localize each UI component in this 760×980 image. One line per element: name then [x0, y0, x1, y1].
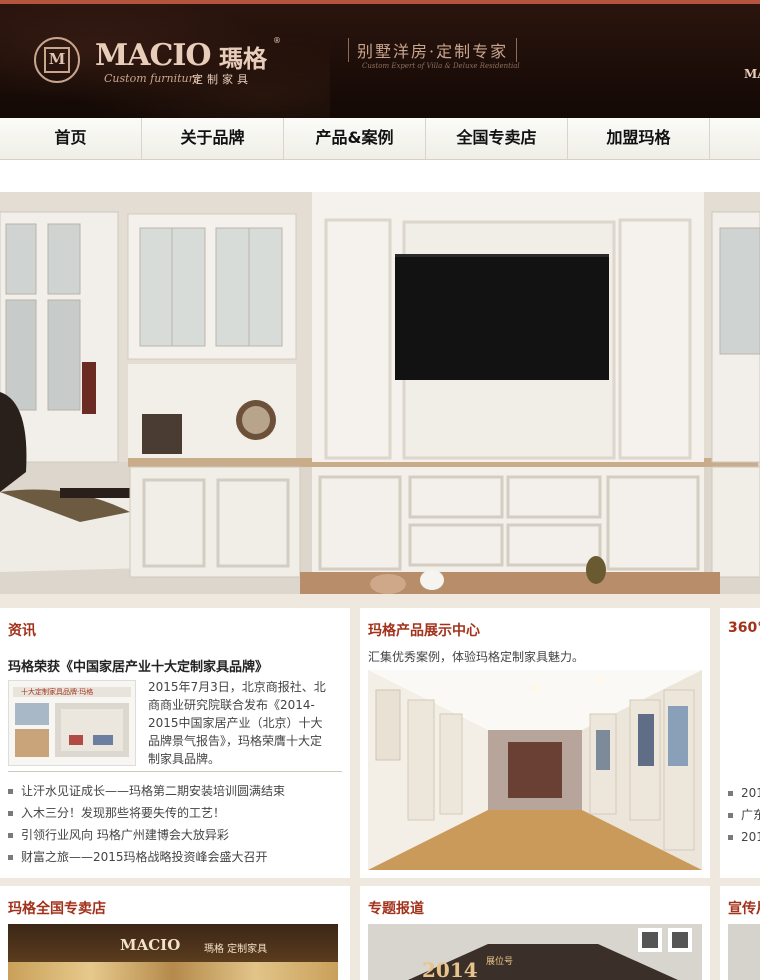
- stores-lights: [8, 962, 338, 980]
- nav-about-brand[interactable]: 关于品牌: [142, 118, 284, 159]
- panel-360-item[interactable]: 201: [728, 782, 760, 804]
- news-divider: [8, 771, 342, 772]
- main-nav: 首页 关于品牌 产品&案例 全国专卖店 加盟玛格 精: [0, 118, 760, 160]
- special-poster-year: 2014: [422, 958, 478, 980]
- header-slogan-sub: Custom Expert of Villa & Deluxe Resident…: [362, 62, 520, 70]
- content-area: 资讯 玛格荣获《中国家居产业十大定制家具品牌》 十大定制家具品牌·玛格 2015…: [0, 594, 760, 980]
- promo-panel: 宣传片: [720, 886, 760, 980]
- news-list-item[interactable]: 入木三分！发现那些将要失传的工艺！: [8, 802, 285, 824]
- brand-wordmark[interactable]: MACIO: [95, 38, 212, 73]
- news-headline[interactable]: 玛格荣获《中国家居产业十大定制家具品牌》: [8, 656, 268, 675]
- nav-more[interactable]: 精: [710, 118, 760, 159]
- nav-products-cases[interactable]: 产品&案例: [284, 118, 426, 159]
- hero-banner[interactable]: [0, 192, 760, 594]
- bullet-icon: [728, 791, 733, 796]
- news-thumbnail-caption: 十大定制家具品牌·玛格: [21, 688, 94, 696]
- logo-emblem-icon[interactable]: M: [34, 37, 80, 83]
- promo-panel-title[interactable]: 宣传片: [728, 898, 760, 918]
- bullet-icon: [8, 855, 13, 860]
- stores-sign: MACIO: [120, 936, 181, 954]
- news-item-text[interactable]: 入木三分！发现那些将要失传的工艺！: [21, 806, 225, 820]
- nav-home[interactable]: 首页: [0, 118, 142, 159]
- bullet-icon: [728, 835, 733, 840]
- panel-360-list: 201 广东 201: [728, 782, 760, 848]
- brand-chinese-name: 瑪格: [219, 44, 267, 73]
- special-poster-text: 展位号: [486, 957, 514, 967]
- bullet-icon: [728, 813, 733, 818]
- special-panel: 专题报道 2014 展位号: [360, 886, 710, 980]
- panel-360-item-text[interactable]: 201: [741, 830, 760, 844]
- hero-interior-image: [0, 192, 760, 594]
- nav-franchise[interactable]: 加盟玛格: [568, 118, 710, 159]
- news-item-text[interactable]: 财富之旅——2015玛格战略投资峰会盛大召开: [21, 850, 268, 864]
- panel-360-item-text[interactable]: 广东: [741, 808, 760, 822]
- news-thumbnail[interactable]: 十大定制家具品牌·玛格: [8, 680, 136, 766]
- stores-image[interactable]: MACIO 瑪格 定制家具: [8, 924, 338, 980]
- header-slogan: 别墅洋房·定制专家: [348, 38, 518, 62]
- showcase-description: 汇集优秀案例，体验玛格定制家具魅力。: [368, 650, 585, 664]
- brand-script: Custom furniture: [104, 72, 201, 85]
- showcase-panel-title[interactable]: 玛格产品展示中心: [368, 620, 480, 640]
- news-panel: 资讯 玛格荣获《中国家居产业十大定制家具品牌》 十大定制家具品牌·玛格 2015…: [0, 608, 350, 878]
- stores-panel: 玛格全国专卖店 MACIO 瑪格 定制家具: [0, 886, 350, 980]
- news-summary: 2015年7月3日，北京商报社、北商商业研究院联合发布《2014-2015中国家…: [148, 680, 326, 766]
- panel-360-item-text[interactable]: 201: [741, 786, 760, 800]
- panel-360: 360° 201 广东 201: [720, 608, 760, 878]
- showcase-interior-image: [368, 670, 702, 870]
- news-list-item[interactable]: 财富之旅——2015玛格战略投资峰会盛大召开: [8, 846, 285, 868]
- news-panel-title[interactable]: 资讯: [8, 620, 36, 640]
- bullet-icon: [8, 789, 13, 794]
- showcase-image[interactable]: [368, 670, 702, 870]
- bullet-icon: [8, 833, 13, 838]
- header-edge-logo: MA: [744, 67, 760, 81]
- nav-stores[interactable]: 全国专卖店: [426, 118, 568, 159]
- promo-video-thumb[interactable]: [728, 924, 760, 980]
- emblem-letter: M: [48, 50, 66, 68]
- panel-360-item[interactable]: 201: [728, 826, 760, 848]
- news-item-text[interactable]: 引领行业风向 玛格广州建博会大放异彩: [21, 828, 229, 842]
- panel-360-title[interactable]: 360°: [728, 620, 760, 636]
- brand-subtitle: 定制家具: [192, 73, 252, 86]
- special-image[interactable]: 2014 展位号: [368, 924, 702, 980]
- stores-panel-title[interactable]: 玛格全国专卖店: [8, 898, 106, 918]
- bullet-icon: [8, 811, 13, 816]
- news-list: 让汗水见证成长——玛格第二期安装培训圆满结束 入木三分！发现那些将要失传的工艺！…: [8, 780, 285, 868]
- showcase-panel: 玛格产品展示中心 汇集优秀案例，体验玛格定制家具魅力。: [360, 608, 710, 878]
- news-item-text[interactable]: 让汗水见证成长——玛格第二期安装培训圆满结束: [21, 784, 285, 798]
- news-list-item[interactable]: 引领行业风向 玛格广州建博会大放异彩: [8, 824, 285, 846]
- special-poster-image: [408, 928, 692, 980]
- panel-360-item[interactable]: 广东: [728, 804, 760, 826]
- special-panel-title[interactable]: 专题报道: [368, 898, 424, 918]
- registered-mark: ®: [273, 36, 281, 45]
- site-header: M MACIO 瑪格 ® Custom furniture 定制家具 别墅洋房·…: [0, 4, 760, 118]
- news-list-item[interactable]: 让汗水见证成长——玛格第二期安装培训圆满结束: [8, 780, 285, 802]
- stores-sign-sub: 瑪格 定制家具: [204, 944, 268, 955]
- nav-spacer: [0, 160, 760, 192]
